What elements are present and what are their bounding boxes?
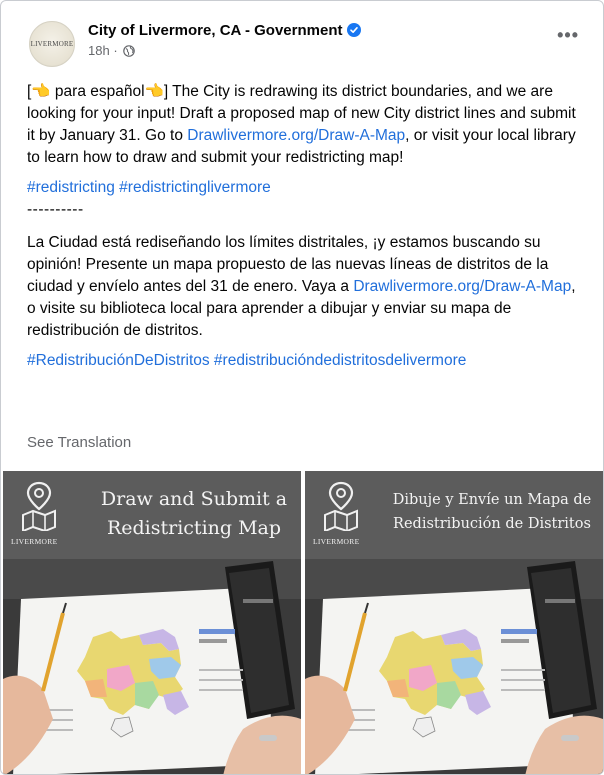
banner-title-line2: Redistribución de Distritos — [393, 516, 591, 532]
page-avatar[interactable]: LIVERMORE — [29, 21, 75, 67]
image-spanish[interactable]: LIVERMORE Dibuje y Envíe un Mapa de Redi… — [305, 471, 603, 774]
post-meta: 18h · — [88, 43, 136, 58]
image-banner: LIVERMORE Dibuje y Envíe un Mapa de Redi… — [305, 471, 603, 559]
globe-icon — [123, 45, 136, 57]
banner-title: Dibuje y Envíe un Mapa de Redistribución… — [385, 488, 599, 536]
english-hashtags[interactable]: #redistricting #redistrictinglivermore — [27, 177, 587, 199]
verified-badge-icon — [346, 23, 361, 37]
separator: ---------- — [27, 201, 84, 218]
post-header: LIVERMORE City of Livermore, CA - Govern… — [29, 19, 589, 67]
spanish-map-link[interactable]: Drawlivermore.org/Draw-A-Map — [353, 278, 571, 295]
banner-title-line1: Draw and Submit a — [100, 488, 288, 510]
post-images: LIVERMORE Draw and Submit a Redistrictin… — [3, 471, 603, 774]
facebook-post: LIVERMORE City of Livermore, CA - Govern… — [0, 0, 604, 775]
map-drawing-photo — [305, 559, 603, 774]
page-name[interactable]: City of Livermore, CA - Government — [88, 22, 361, 39]
livermore-logo: LIVERMORE — [313, 537, 360, 546]
banner-title-line1: Dibuje y Envíe un Mapa de — [392, 492, 592, 508]
map-pin-icon — [324, 481, 358, 531]
more-options-button[interactable]: ••• — [557, 25, 579, 46]
banner-title-line2: Redistricting Map — [106, 517, 282, 539]
see-translation-link[interactable]: See Translation — [27, 434, 131, 451]
image-banner: LIVERMORE Draw and Submit a Redistrictin… — [3, 471, 301, 559]
banner-title: Draw and Submit a Redistricting Map — [89, 485, 299, 543]
map-pin-icon — [22, 481, 56, 531]
post-body: [👈 para español👈] The City is redrawing … — [27, 81, 587, 372]
map-drawing-photo — [3, 559, 301, 774]
spanish-paragraph: La Ciudad está rediseñando los límites d… — [27, 232, 587, 342]
page-name-label[interactable]: City of Livermore, CA - Government — [88, 22, 343, 39]
post-timestamp[interactable]: 18h — [88, 43, 110, 58]
english-map-link[interactable]: Drawlivermore.org/Draw-A-Map — [187, 127, 405, 144]
livermore-logo: LIVERMORE — [11, 537, 58, 546]
image-english[interactable]: LIVERMORE Draw and Submit a Redistrictin… — [3, 471, 301, 774]
english-paragraph: [👈 para español👈] The City is redrawing … — [27, 81, 587, 169]
avatar-logo-text: LIVERMORE — [30, 40, 74, 48]
spanish-hashtags[interactable]: #RedistribuciónDeDistritos #redistribuci… — [27, 350, 587, 372]
